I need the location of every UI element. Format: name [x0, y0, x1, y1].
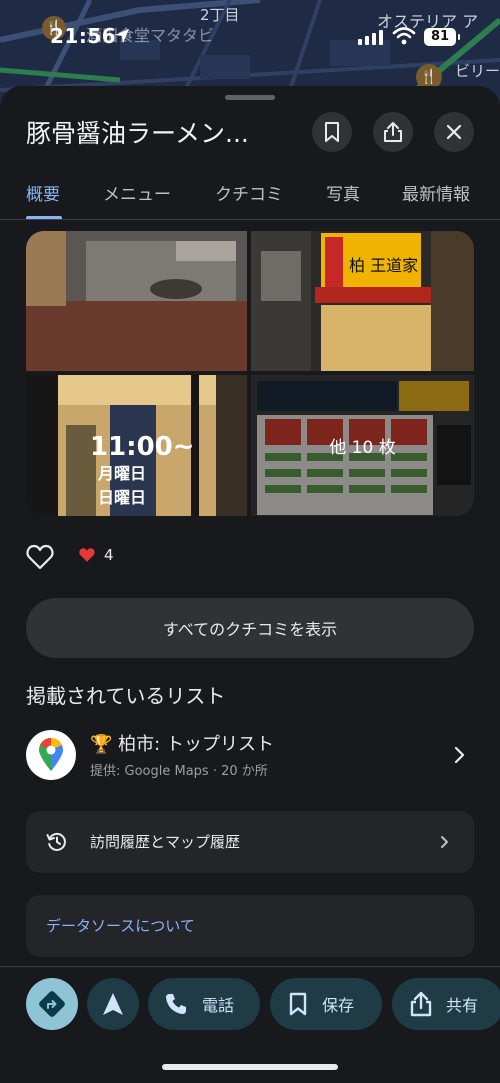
- like-count: 4: [78, 546, 114, 564]
- list-subtitle: 提供: Google Maps · 20 か所: [90, 764, 268, 779]
- history-icon: [46, 832, 66, 851]
- entrance-photo-image: 11:00~ 月曜日 日曜日: [26, 375, 247, 516]
- history-card-label: 訪問履歴とマップ履歴: [90, 833, 241, 851]
- list-name: 🏆 柏市: トップリスト: [90, 730, 274, 756]
- photo-entrance[interactable]: 11:00~ 月曜日 日曜日: [26, 375, 247, 516]
- trophy-icon: 🏆: [90, 734, 113, 755]
- tab-updates[interactable]: 最新情報: [402, 180, 470, 205]
- history-card[interactable]: 訪問履歴とマップ履歴: [26, 811, 474, 873]
- counter-photo-image: [26, 231, 247, 371]
- map-label-billy[interactable]: ビリー: [455, 60, 500, 81]
- close-button[interactable]: [434, 112, 474, 152]
- home-indicator: [162, 1064, 338, 1070]
- call-label: 電話: [202, 996, 235, 1015]
- phone-icon: [166, 994, 186, 1014]
- location-arrow-icon: [115, 29, 129, 43]
- status-bar: 21:56 81: [0, 22, 500, 52]
- all-reviews-button[interactable]: すべてのクチコミを表示: [26, 598, 474, 658]
- share-label: 共有: [446, 996, 479, 1015]
- bookmark-icon: [289, 992, 307, 1016]
- close-icon: [446, 124, 462, 140]
- like-button[interactable]: [26, 542, 54, 572]
- share-button[interactable]: [373, 112, 413, 152]
- wifi-icon: [392, 27, 416, 45]
- like-count-value: 4: [104, 546, 114, 564]
- save-label: 保存: [322, 996, 355, 1015]
- list-item[interactable]: 🏆 柏市: トップリスト 提供: Google Maps · 20 か所: [26, 726, 474, 782]
- directions-icon: [39, 991, 65, 1017]
- navigation-arrow-icon: [103, 993, 123, 1015]
- clock: 21:56: [50, 24, 117, 48]
- photo-grid: 柏 王道家 11:00~ 月曜日 日曜日 他 10 枚: [26, 231, 474, 516]
- active-tab-indicator: [26, 216, 62, 219]
- directions-button[interactable]: [26, 978, 78, 1030]
- photo-storefront[interactable]: 柏 王道家: [251, 231, 474, 371]
- tab-reviews[interactable]: クチコミ: [215, 180, 283, 205]
- more-photos-label[interactable]: 他 10 枚: [251, 375, 474, 516]
- chevron-right-icon: [454, 746, 465, 764]
- tab-menu[interactable]: メニュー: [103, 180, 171, 205]
- storefront-sign-text: 柏 王道家: [349, 256, 418, 275]
- opening-hours-text: 11:00~: [90, 432, 195, 462]
- tab-bar: 概要 メニュー クチコミ 写真 最新情報: [0, 174, 500, 220]
- share-icon: [384, 122, 402, 142]
- battery-indicator: 81: [424, 28, 460, 46]
- navigate-button[interactable]: [87, 978, 139, 1030]
- heart-outline-icon: [26, 544, 54, 570]
- sheet-drag-handle[interactable]: [225, 95, 275, 100]
- google-maps-logo-icon: [26, 730, 76, 780]
- red-heart-icon: [79, 548, 95, 562]
- call-button[interactable]: 電話: [148, 978, 260, 1030]
- bookmark-icon: [325, 122, 339, 142]
- share-action-button[interactable]: 共有: [392, 978, 500, 1030]
- action-bar: 電話 保存 共有: [0, 978, 500, 1030]
- data-source-card[interactable]: データソースについて: [26, 895, 474, 957]
- photo-ticket-machine[interactable]: 他 10 枚: [251, 375, 474, 516]
- chevron-right-icon: [441, 836, 448, 848]
- share-icon: [410, 991, 432, 1017]
- tab-overview[interactable]: 概要: [26, 180, 60, 205]
- place-sheet: 豚骨醤油ラーメン... 概要 メニュー クチコミ 写真 最新情報 柏 王道家 1…: [0, 86, 500, 1083]
- lists-section-title: 掲載されているリスト: [26, 684, 226, 708]
- list-title: 柏市: トップリスト: [118, 734, 274, 755]
- bookmark-button[interactable]: [312, 112, 352, 152]
- weekday-text: 月曜日: [97, 464, 146, 483]
- action-bar-divider: [0, 966, 500, 967]
- sunday-text: 日曜日: [98, 488, 146, 507]
- storefront-photo-image: 柏 王道家: [251, 231, 474, 371]
- save-button[interactable]: 保存: [270, 978, 382, 1030]
- place-title: 豚骨醤油ラーメン...: [26, 119, 249, 148]
- photo-counter[interactable]: [26, 231, 247, 371]
- cellular-signal-icon: [358, 29, 383, 45]
- tab-photos[interactable]: 写真: [326, 180, 360, 205]
- data-source-link[interactable]: データソースについて: [46, 915, 195, 936]
